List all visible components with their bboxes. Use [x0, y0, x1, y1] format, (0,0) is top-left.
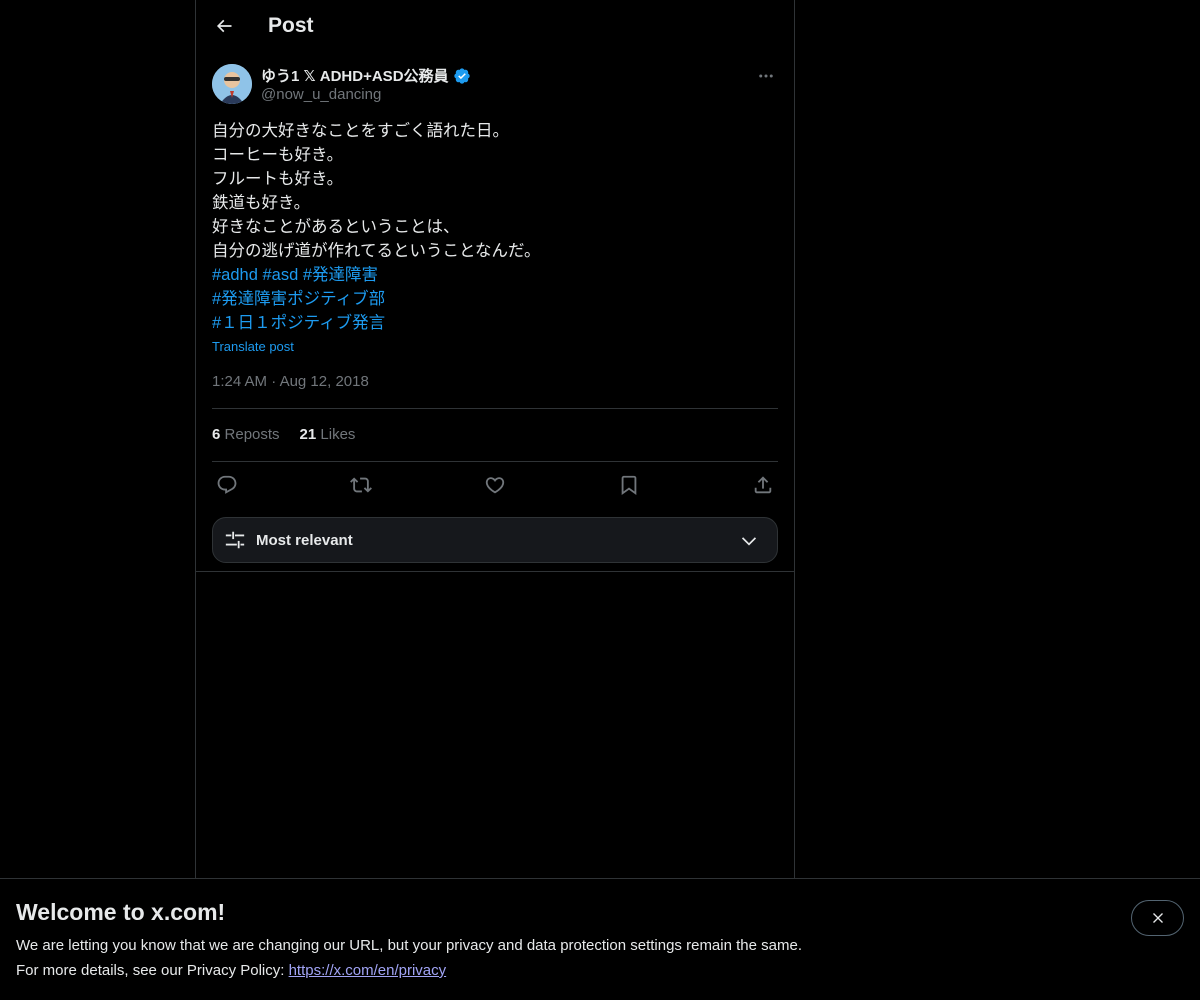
post-text-line: コーヒーも好き。	[212, 146, 344, 164]
likes-stat[interactable]: 21 Likes	[300, 426, 356, 446]
back-button[interactable]	[206, 8, 242, 44]
sliders-icon	[225, 531, 245, 549]
hashtag-line: #発達障害ポジティブ部	[212, 287, 778, 311]
author-handle[interactable]: @now_u_dancing	[261, 86, 381, 103]
avatar[interactable]	[212, 64, 252, 104]
banner-privacy-line: For more details, see our Privacy Policy…	[16, 962, 446, 979]
privacy-policy-link[interactable]: https://x.com/en/privacy	[289, 962, 447, 979]
top-bar: Post	[196, 0, 794, 54]
post-header: ゆう1 𝕏 ADHD+ASD公務員 @now_u_dancing	[212, 64, 778, 106]
post-text-line: 自分の逃げ道が作れてるということなんだ。	[212, 242, 541, 260]
hashtag-adhd[interactable]: #adhd	[212, 266, 258, 284]
post-text: 自分の大好きなことをすごく語れた日。 コーヒーも好き。 フルートも好き。 鉄道も…	[212, 119, 778, 335]
hashtag-positive-club[interactable]: #発達障害ポジティブ部	[212, 290, 385, 308]
close-icon	[1152, 913, 1163, 923]
hashtag-hattatsu[interactable]: #発達障害	[303, 266, 378, 284]
hashtag-line: #adhd #asd #発達障害	[212, 263, 778, 287]
repost-icon	[350, 477, 372, 493]
page-title: Post	[268, 14, 314, 37]
repost-button[interactable]	[346, 472, 376, 498]
divider	[212, 461, 778, 462]
post-stats: 6 Reposts 21 Likes	[212, 426, 355, 446]
arrow-left-icon	[216, 19, 232, 33]
sort-label: Most relevant	[256, 532, 353, 549]
reposts-label: Reposts	[224, 426, 280, 443]
like-button[interactable]	[480, 472, 510, 498]
reply-button[interactable]	[212, 472, 242, 498]
banner-privacy-prefix: For more details, see our Privacy Policy…	[16, 962, 289, 979]
replies-sort-dropdown[interactable]: Most relevant	[212, 517, 778, 563]
verified-badge-icon	[453, 67, 470, 84]
post-text-line: 自分の大好きなことをすごく語れた日。	[212, 122, 509, 140]
divider	[196, 571, 794, 572]
post-timestamp: 1:24 AM · Aug 12, 2018	[212, 373, 369, 390]
banner-title: Welcome to x.com!	[16, 899, 226, 925]
share-button[interactable]	[748, 472, 778, 498]
bookmark-icon	[621, 475, 637, 496]
likes-label: Likes	[320, 426, 356, 443]
author-display-name[interactable]: ゆう1 𝕏 ADHD+ASD公務員	[261, 65, 471, 86]
avatar-image	[212, 64, 252, 104]
share-icon	[754, 476, 772, 494]
chevron-down-icon	[741, 537, 757, 546]
main-column: Post ゆう1 𝕏 ADHD+ASD公務員 @now_u_dancing 自分…	[195, 0, 795, 880]
more-dots-icon	[759, 74, 773, 78]
hashtag-daily-positive[interactable]: #１日１ポジティブ発言	[212, 314, 385, 332]
post-actions	[212, 472, 778, 498]
reply-icon	[217, 475, 237, 494]
likes-count: 21	[299, 426, 317, 443]
divider	[212, 408, 778, 409]
reposts-count: 6	[212, 426, 221, 443]
banner-close-button[interactable]	[1131, 900, 1184, 936]
reposts-stat[interactable]: 6 Reposts	[212, 426, 280, 446]
bookmark-button[interactable]	[614, 472, 644, 498]
post-time-link[interactable]: 1:24 AM	[212, 373, 267, 390]
more-options-button[interactable]	[754, 64, 778, 88]
post-text-line: 好きなことがあるということは、	[212, 218, 460, 236]
display-name-text: ゆう1 𝕏 ADHD+ASD公務員	[261, 68, 449, 85]
banner-message: We are letting you know that we are chan…	[16, 937, 802, 954]
translate-post-link[interactable]: Translate post	[212, 339, 294, 354]
post-text-line: 鉄道も好き。	[212, 194, 311, 212]
like-icon	[485, 477, 505, 494]
hashtag-asd[interactable]: #asd	[262, 266, 298, 284]
post-text-line: フルートも好き。	[212, 170, 344, 188]
url-change-banner: Welcome to x.com! We are letting you kno…	[0, 878, 1200, 1000]
post-date-link[interactable]: Aug 12, 2018	[280, 373, 369, 390]
timestamp-separator: ·	[271, 373, 277, 390]
hashtag-line: #１日１ポジティブ発言	[212, 311, 778, 335]
